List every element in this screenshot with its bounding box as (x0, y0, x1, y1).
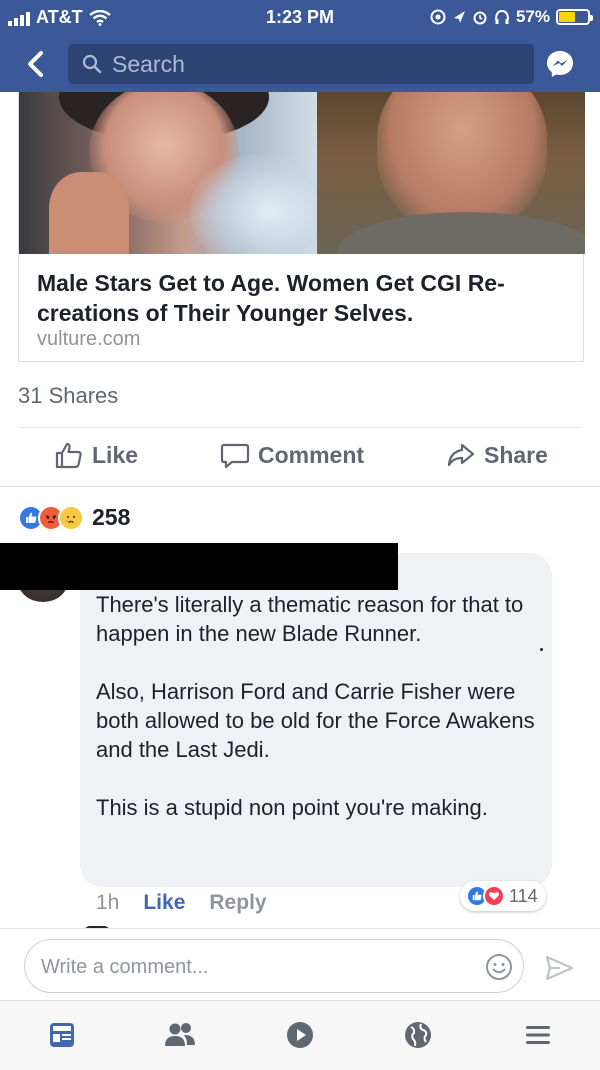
friends-icon (165, 1023, 195, 1046)
battery-icon (556, 9, 593, 25)
comment-button[interactable]: Comment (220, 440, 364, 470)
search-box[interactable] (68, 44, 534, 84)
comment-like-button[interactable]: Like (143, 891, 185, 915)
reaction-summary[interactable]: 258 (18, 504, 130, 531)
globe-icon (405, 1022, 431, 1048)
hamburger-menu-icon (526, 1026, 550, 1044)
battery-percent: 57% (515, 7, 550, 26)
comment-reply-button[interactable]: Reply (209, 891, 266, 915)
headphones-icon (494, 9, 509, 24)
comment-label: Comment (258, 441, 365, 468)
comment-reaction-summary[interactable]: 114 (460, 881, 546, 911)
status-bar: AT&T 1:23 PM 57% (0, 0, 600, 36)
reaction-count: 258 (92, 504, 131, 530)
share-arrow-icon (447, 443, 475, 467)
divider (18, 427, 582, 428)
stray-dot (540, 648, 543, 651)
divider (0, 486, 600, 487)
comment-input-wrap[interactable] (24, 939, 524, 993)
comment-paragraph: This is a stupid non point you're making… (96, 795, 488, 820)
link-image-left-photo (19, 92, 317, 254)
status-right: 57% (430, 7, 593, 27)
link-domain: vulture.com (37, 328, 141, 350)
search-icon (82, 54, 102, 74)
share-label: Share (484, 441, 548, 468)
love-reaction-icon (483, 885, 505, 907)
sad-reaction-icon (58, 504, 84, 531)
post-actions: Like Comment Share (0, 440, 600, 476)
facebook-post-screen: AT&T 1:23 PM 57% Ma (0, 0, 600, 1070)
location-arrow-icon (453, 11, 465, 23)
comment-text: There's literally a thematic reason for … (96, 590, 544, 822)
send-icon[interactable] (544, 953, 574, 983)
comment-paragraph: There's literally a thematic reason for … (96, 592, 524, 646)
tab-news-feed[interactable] (42, 1017, 82, 1053)
comment-time[interactable]: 1h (96, 891, 119, 915)
tab-notifications[interactable] (398, 1017, 438, 1053)
news-feed-icon (50, 1023, 74, 1047)
comment-composer (0, 928, 600, 1000)
link-preview-image[interactable] (19, 92, 585, 254)
tab-menu[interactable] (518, 1017, 558, 1053)
comment-reaction-count: 114 (509, 885, 538, 906)
comment-meta: 1h Like Reply (96, 891, 267, 915)
link-preview-card[interactable]: Male Stars Get to Age. Women Get CGI Re-… (18, 92, 585, 362)
comment-paragraph: Also, Harrison Ford and Carrie Fisher we… (96, 679, 535, 762)
comment-input[interactable] (41, 952, 461, 982)
link-image-right-photo (317, 92, 585, 254)
chevron-left-icon[interactable] (22, 48, 52, 80)
nav-bar (0, 36, 600, 92)
like-label: Like (92, 441, 139, 468)
search-input[interactable] (112, 50, 492, 78)
battery-fill (559, 12, 575, 22)
alarm-icon (473, 11, 487, 25)
redacted-commenter-name (0, 543, 398, 590)
at-icon (430, 9, 446, 25)
emoji-icon[interactable] (485, 953, 513, 981)
comment-bubble-icon (220, 443, 250, 469)
like-button[interactable]: Like (54, 440, 138, 470)
play-video-icon (287, 1022, 313, 1048)
thumbs-up-icon (55, 442, 82, 469)
bottom-tab-bar (0, 1000, 600, 1070)
tab-watch[interactable] (280, 1017, 320, 1053)
shares-count[interactable]: 31 Shares (18, 383, 118, 409)
link-title[interactable]: Male Stars Get to Age. Women Get CGI Re-… (37, 268, 567, 328)
messenger-icon[interactable] (544, 48, 576, 80)
tab-friends[interactable] (160, 1017, 200, 1053)
share-button[interactable]: Share (446, 440, 548, 470)
